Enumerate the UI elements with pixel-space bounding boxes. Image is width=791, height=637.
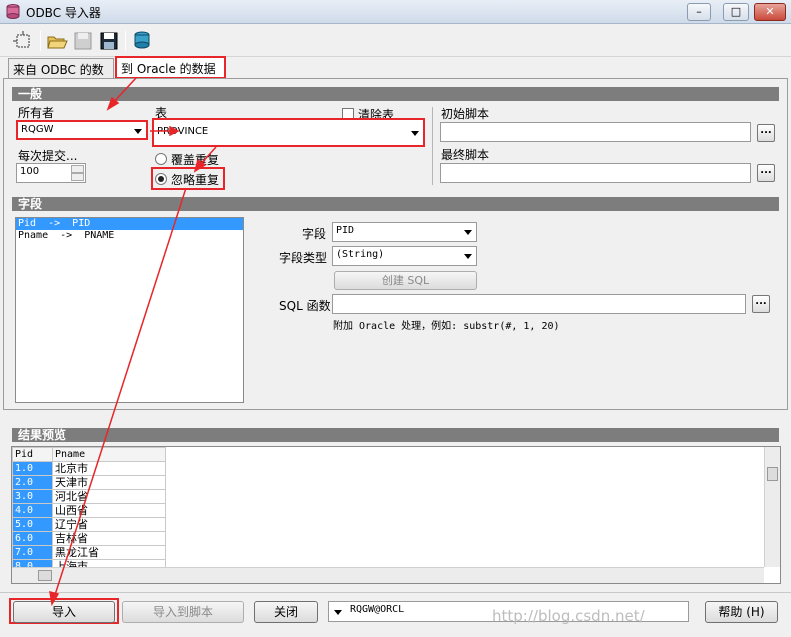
field-type-combo[interactable]: (String) — [332, 246, 477, 266]
import-to-script-button[interactable]: 导入到脚本 — [122, 601, 244, 623]
field-value: PID — [336, 225, 355, 236]
ignore-radio[interactable] — [155, 173, 167, 185]
table-row[interactable]: 7.0 黑龙江省 — [12, 545, 166, 560]
final-script-label: 最终脚本 — [441, 148, 490, 162]
list-item[interactable]: Pid -> PID — [16, 218, 243, 230]
list-item[interactable]: Pname -> PNAME — [16, 230, 243, 242]
minimize-button[interactable]: – — [687, 3, 711, 21]
final-script-browse-button[interactable]: ... — [757, 164, 775, 182]
scroll-thumb[interactable] — [767, 467, 778, 481]
ignore-label: 忽略重复 — [171, 173, 220, 187]
title-bar: ODBC 导入器 – □ ✕ — [0, 0, 791, 24]
chevron-down-icon — [411, 131, 419, 136]
init-script-browse-button[interactable]: ... — [757, 124, 775, 142]
field-type-label: 字段类型 — [279, 251, 328, 265]
column-header[interactable]: Pname — [52, 447, 166, 462]
field-mapping-list[interactable]: Pid -> PID Pname -> PNAME — [15, 217, 244, 403]
database-icon[interactable] — [131, 30, 153, 52]
fields-header: 字段 — [12, 197, 779, 211]
pname-cell: 辽宁省 — [52, 517, 166, 532]
preview-grid[interactable]: Pid Pname 1.0 北京市 2.0 天津市 3.0 河北省 4.0 山西省 5.… — [11, 446, 781, 584]
field-label: 字段 — [302, 227, 327, 241]
pid-cell: 5.0 — [12, 517, 53, 532]
spin-down-icon[interactable] — [71, 173, 84, 181]
pname-cell: 山西省 — [52, 503, 166, 518]
pid-cell: 1.0 — [12, 461, 53, 476]
column-header[interactable]: Pid — [12, 447, 53, 462]
final-script-field[interactable] — [440, 163, 751, 183]
window-title: ODBC 导入器 — [26, 6, 101, 20]
owner-label: 所有者 — [18, 106, 55, 120]
owner-combo[interactable]: RQGW — [16, 120, 148, 140]
create-sql-button[interactable]: 创建 SQL — [334, 271, 477, 290]
pid-cell: 4.0 — [12, 503, 53, 518]
toolbar-separator — [125, 31, 126, 51]
maximize-button[interactable]: □ — [723, 3, 749, 21]
init-script-label: 初始脚本 — [441, 107, 490, 121]
chevron-down-icon — [134, 129, 142, 134]
table-row[interactable]: 2.0 天津市 — [12, 475, 166, 490]
chevron-down-icon — [464, 230, 472, 235]
pid-cell: 7.0 — [12, 545, 53, 560]
help-button[interactable]: 帮助 (H) — [705, 601, 778, 623]
divider — [432, 107, 433, 185]
new-icon[interactable] — [12, 30, 34, 52]
divider — [0, 592, 791, 593]
preview-header: 结果预览 — [12, 428, 779, 442]
field-combo[interactable]: PID — [332, 222, 477, 242]
preview-table: Pid Pname 1.0 北京市 2.0 天津市 3.0 河北省 4.0 山西省 5.… — [12, 447, 166, 574]
overwrite-radio[interactable] — [155, 153, 167, 165]
close-button[interactable]: 关闭 — [254, 601, 318, 623]
pname-cell: 天津市 — [52, 475, 166, 490]
table-row[interactable]: 3.0 河北省 — [12, 489, 166, 504]
field-type-value: (String) — [336, 249, 385, 260]
sql-function-browse-button[interactable]: ... — [752, 295, 770, 313]
spin-up-icon[interactable] — [71, 165, 84, 173]
pid-cell: 2.0 — [12, 475, 53, 490]
connection-value: RQGW@ORCL — [350, 604, 405, 615]
general-header: 一般 — [12, 87, 779, 101]
tab-to-oracle[interactable]: 到 Oracle 的数据 — [115, 56, 226, 79]
odbc-app-icon — [6, 4, 20, 19]
owner-value: RQGW — [21, 124, 54, 135]
table-combo[interactable]: PROVINCE — [152, 118, 425, 147]
init-script-field[interactable] — [440, 122, 751, 142]
scroll-thumb[interactable] — [38, 570, 52, 581]
sql-function-field[interactable] — [332, 294, 746, 314]
table-row[interactable]: 5.0 辽宁省 — [12, 517, 166, 532]
horizontal-scrollbar[interactable] — [12, 567, 764, 583]
commit-label: 每次提交... — [18, 149, 78, 163]
watermark-text: http://blog.csdn.net/ — [492, 607, 645, 625]
overwrite-label: 覆盖重复 — [171, 153, 220, 167]
chevron-down-icon — [464, 254, 472, 259]
commit-spinner[interactable]: 100 — [16, 163, 86, 183]
commit-value: 100 — [20, 166, 40, 177]
sql-hint-text: 附加 Oracle 处理，例如: substr(#, 1, 20) — [333, 321, 560, 332]
pname-cell: 北京市 — [52, 461, 166, 476]
sql-function-label: SQL 函数 — [279, 299, 331, 313]
table-value: PROVINCE — [157, 126, 209, 137]
import-button[interactable]: 导入 — [13, 601, 115, 623]
vertical-scrollbar[interactable] — [764, 447, 780, 567]
save-icon[interactable] — [72, 30, 94, 52]
pname-cell: 河北省 — [52, 489, 166, 504]
close-window-button[interactable]: ✕ — [754, 3, 786, 21]
toolbar — [0, 25, 791, 57]
chevron-down-icon — [334, 610, 342, 615]
table-row[interactable]: 4.0 山西省 — [12, 503, 166, 518]
pname-cell: 吉林省 — [52, 531, 166, 546]
pid-cell: 6.0 — [12, 531, 53, 546]
table-row[interactable]: 6.0 吉林省 — [12, 531, 166, 546]
pid-cell: 3.0 — [12, 489, 53, 504]
pname-cell: 黑龙江省 — [52, 545, 166, 560]
save-as-icon[interactable] — [98, 30, 120, 52]
toolbar-separator — [40, 31, 41, 51]
table-row[interactable]: 1.0 北京市 — [12, 461, 166, 476]
tab-from-odbc[interactable]: 来自 ODBC 的数据 — [8, 58, 114, 94]
open-icon[interactable] — [46, 30, 68, 52]
